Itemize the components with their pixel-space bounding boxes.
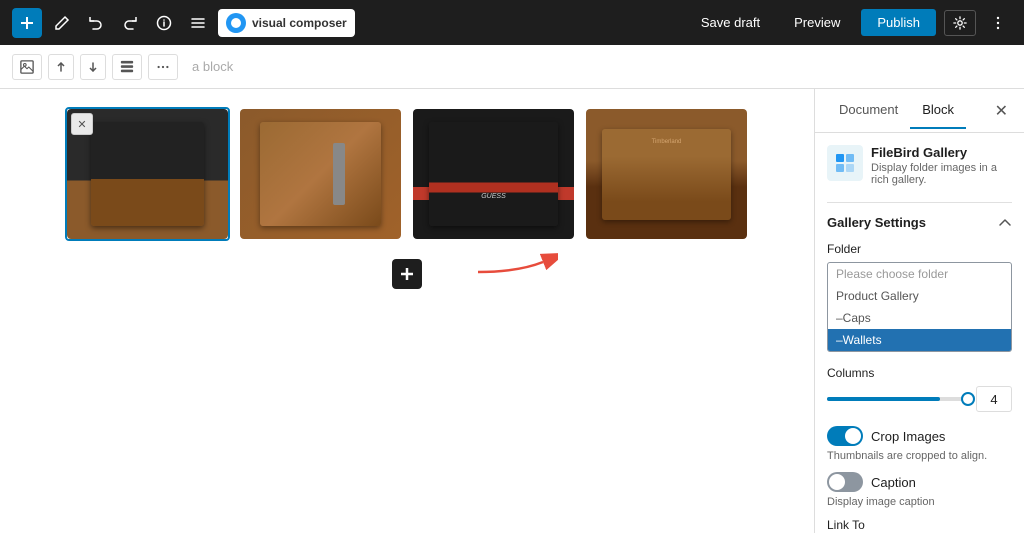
gallery-item-2[interactable] (240, 109, 401, 239)
sidebar: Document Block ✕ FileBird Gallery Displa… (814, 89, 1024, 533)
image-block-button[interactable] (12, 54, 42, 80)
plugin-info: FileBird Gallery Display folder images i… (871, 145, 1012, 186)
sidebar-close-button[interactable]: ✕ (991, 97, 1012, 125)
vc-logo-inner (231, 18, 241, 28)
top-bar-left: visual composer (12, 8, 682, 38)
sub-bar: a block (0, 45, 1024, 89)
tab-block[interactable]: Block (910, 92, 966, 129)
folder-select[interactable]: Please choose folder Product Gallery –Ca… (827, 262, 1012, 352)
caption-toggle-row: Caption (827, 472, 1012, 492)
folder-option-placeholder[interactable]: Please choose folder (828, 263, 1011, 285)
wallet-image-2 (240, 109, 401, 239)
gallery-item-3[interactable]: GUESS (413, 109, 574, 239)
vc-logo-text: visual composer (252, 16, 347, 30)
plugin-name: FileBird Gallery (871, 145, 1012, 160)
crop-toggle-row: Crop Images (827, 426, 1012, 446)
caption-field: Caption Display image caption (827, 472, 1012, 508)
add-block-toolbar-button[interactable] (12, 8, 42, 38)
slider-fill (827, 397, 940, 401)
caption-desc: Display image caption (827, 496, 1012, 508)
collapse-icon[interactable] (998, 216, 1012, 230)
editor-area: ✕ GUESS (0, 89, 814, 533)
columns-value[interactable]: 4 (976, 386, 1012, 412)
nav-up-button[interactable] (48, 54, 74, 80)
main-layout: ✕ GUESS (0, 89, 1024, 533)
folder-label: Folder (827, 242, 1012, 256)
align-button[interactable] (112, 54, 142, 80)
tab-document[interactable]: Document (827, 92, 910, 129)
vc-logo[interactable]: visual composer (218, 9, 355, 37)
more-options-button[interactable] (984, 10, 1012, 36)
slider-track[interactable] (827, 397, 968, 401)
publish-button[interactable]: Publish (861, 9, 936, 36)
gallery-item-4[interactable]: Timberland (586, 109, 747, 239)
crop-desc: Thumbnails are cropped to align. (827, 450, 1012, 462)
caption-toggle-knob (829, 474, 845, 490)
folder-option-wallets[interactable]: –Wallets (828, 329, 1011, 351)
crop-toggle-knob (845, 428, 861, 444)
crop-label: Crop Images (871, 429, 945, 444)
settings-button[interactable] (944, 10, 976, 36)
gallery-grid: ✕ GUESS (67, 109, 747, 239)
wallet-image-4: Timberland (586, 109, 747, 239)
pencil-button[interactable] (48, 11, 76, 35)
plugin-desc: Display folder images in a rich gallery. (871, 162, 1012, 186)
more-block-options[interactable] (148, 54, 178, 80)
slider-row: 4 (827, 386, 1012, 412)
info-button[interactable] (150, 11, 178, 35)
nav-down-button[interactable] (80, 54, 106, 80)
crop-toggle[interactable] (827, 426, 863, 446)
sidebar-header: Document Block ✕ (815, 89, 1024, 133)
sidebar-body: FileBird Gallery Display folder images i… (815, 133, 1024, 533)
slider-thumb[interactable] (961, 392, 975, 406)
redo-button[interactable] (116, 11, 144, 35)
link-to-label: Link To (827, 518, 1012, 532)
columns-field: Columns 4 (827, 366, 1012, 412)
red-arrow (478, 247, 558, 300)
preview-button[interactable]: Preview (781, 8, 853, 37)
plugin-icon (827, 145, 863, 181)
vc-logo-icon (226, 13, 246, 33)
plugin-header: FileBird Gallery Display folder images i… (827, 145, 1012, 186)
list-button[interactable] (184, 11, 212, 35)
gallery-settings-section: Gallery Settings Folder Please choose fo… (827, 202, 1012, 533)
remove-image-1-button[interactable]: ✕ (71, 113, 93, 135)
block-type-hint: a block (184, 59, 233, 74)
undo-button[interactable] (82, 11, 110, 35)
top-bar: visual composer Save draft Preview Publi… (0, 0, 1024, 45)
gallery-item-1[interactable]: ✕ (67, 109, 228, 239)
folder-option-product[interactable]: Product Gallery (828, 285, 1011, 307)
gallery-settings-title: Gallery Settings (827, 215, 1012, 230)
top-bar-right: Save draft Preview Publish (688, 8, 1012, 37)
save-draft-button[interactable]: Save draft (688, 8, 773, 37)
columns-label: Columns (827, 366, 1012, 380)
folder-option-caps[interactable]: –Caps (828, 307, 1011, 329)
caption-toggle[interactable] (827, 472, 863, 492)
link-to-field: Link To None ▾ (827, 518, 1012, 533)
add-block-button[interactable] (392, 259, 422, 289)
crop-images-field: Crop Images Thumbnails are cropped to al… (827, 426, 1012, 462)
caption-label: Caption (871, 475, 916, 490)
wallet-image-3: GUESS (413, 109, 574, 239)
